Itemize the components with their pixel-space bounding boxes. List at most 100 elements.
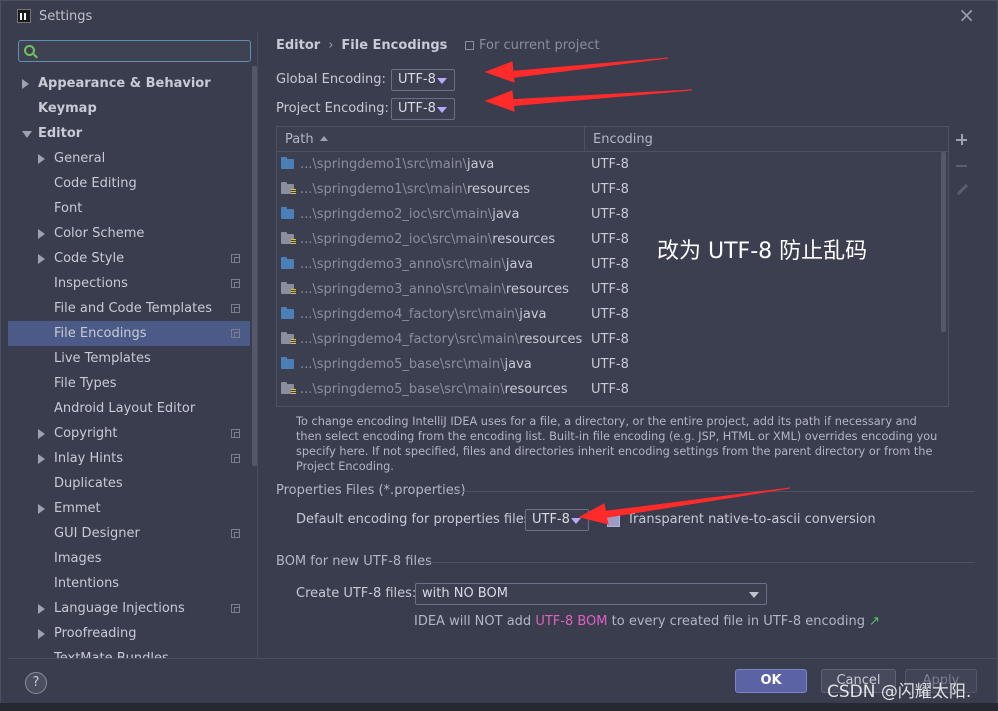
chevron-right-icon[interactable] <box>38 254 45 264</box>
table-row[interactable]: ...\springdemo3_anno\src\main\resources U… <box>277 277 937 302</box>
hint-highlight[interactable]: UTF-8 BOM <box>535 614 607 629</box>
remove-icon[interactable] <box>953 154 973 178</box>
chevron-right-icon[interactable] <box>38 629 45 639</box>
table-row[interactable]: ...\springdemo5_base\src\main\java UTF-8 <box>277 352 937 377</box>
sidebar-item-file-and-code-templates[interactable]: File and Code Templates <box>8 296 250 321</box>
column-divider[interactable] <box>584 127 585 152</box>
sidebar-item-inlay-hints[interactable]: Inlay Hints <box>8 446 250 471</box>
help-button[interactable]: ? <box>25 672 47 694</box>
sidebar-item-copyright[interactable]: Copyright <box>8 421 250 446</box>
sidebar-item-file-encodings[interactable]: File Encodings <box>8 321 250 346</box>
sidebar-item-android-layout-editor[interactable]: Android Layout Editor <box>8 396 250 421</box>
chevron-right-icon[interactable] <box>38 154 45 164</box>
sidebar-item-color-scheme[interactable]: Color Scheme <box>8 221 250 246</box>
sidebar-item-textmate-bundles[interactable]: TextMate Bundles <box>8 646 250 658</box>
sidebar-item-duplicates[interactable]: Duplicates <box>8 471 250 496</box>
sidebar-item-label: Language Injections <box>54 601 185 616</box>
encoding-cell[interactable]: UTF-8 <box>591 252 629 277</box>
table-row[interactable]: ...\springdemo4_factory\src\main\java UTF… <box>277 302 937 327</box>
ok-button[interactable]: OK <box>735 669 807 693</box>
chevron-right-icon[interactable] <box>38 504 45 514</box>
table-row[interactable]: ...\springdemo5_base\src\main\resources U… <box>277 377 937 402</box>
encoding-cell[interactable]: UTF-8 <box>591 377 629 402</box>
encoding-cell[interactable]: UTF-8 <box>591 352 629 377</box>
table-row[interactable]: ...\springdemo2_ioc\src\main\java UTF-8 <box>277 202 937 227</box>
transparent-conversion-label[interactable]: Transparent native-to-ascii conversion <box>627 512 876 527</box>
encoding-cell[interactable]: UTF-8 <box>591 227 629 252</box>
sidebar-item-gui-designer[interactable]: GUI Designer <box>8 521 250 546</box>
global-encoding-select[interactable]: UTF-8 <box>391 69 455 91</box>
sidebar-item-inspections[interactable]: Inspections <box>8 271 250 296</box>
sidebar-item-live-templates[interactable]: Live Templates <box>8 346 250 371</box>
create-utf8-label: Create UTF-8 files: <box>296 586 417 601</box>
encoding-cell[interactable]: UTF-8 <box>591 152 629 177</box>
chevron-right-icon[interactable] <box>38 604 45 614</box>
edit-icon[interactable] <box>953 178 973 202</box>
path-prefix: ...\springdemo4_factory\src\main\ <box>300 307 520 322</box>
source-folder-icon <box>281 207 294 219</box>
resources-folder-icon <box>281 182 296 195</box>
breadcrumb-parent[interactable]: Editor <box>276 38 320 53</box>
add-icon[interactable] <box>953 130 973 154</box>
sidebar-item-font[interactable]: Font <box>8 196 250 221</box>
sidebar-item-images[interactable]: Images <box>8 546 250 571</box>
encoding-table: Path Encoding ...\springdemo1\src\main\j… <box>276 126 949 407</box>
sidebar-item-keymap[interactable]: Keymap <box>8 96 250 121</box>
sidebar-item-proofreading[interactable]: Proofreading <box>8 621 250 646</box>
column-header-path[interactable]: Path <box>285 127 328 152</box>
sidebar-item-label: Android Layout Editor <box>54 401 196 416</box>
path-prefix: ...\springdemo1\src\main\ <box>300 157 467 172</box>
sidebar-item-label: Editor <box>38 126 83 141</box>
encoding-cell[interactable]: UTF-8 <box>591 202 629 227</box>
chevron-right-icon[interactable] <box>38 454 45 464</box>
sidebar-item-editor[interactable]: Editor <box>8 121 250 146</box>
encoding-cell[interactable]: UTF-8 <box>591 302 629 327</box>
path-leaf: resources <box>492 232 556 247</box>
sidebar-scrollbar[interactable] <box>252 66 257 466</box>
global-encoding-value: UTF-8 <box>398 72 436 87</box>
chevron-down-icon[interactable] <box>22 131 32 138</box>
project-encoding-select[interactable]: UTF-8 <box>391 98 455 120</box>
chevron-right-icon[interactable] <box>38 229 45 239</box>
sidebar-item-intentions[interactable]: Intentions <box>8 571 250 596</box>
properties-encoding-select[interactable]: UTF-8 <box>525 509 589 531</box>
table-scrollbar[interactable] <box>941 152 946 332</box>
encoding-help-text: To change encoding IntelliJ IDEA uses fo… <box>296 415 938 473</box>
table-row[interactable]: ...\springdemo1\src\main\resources UTF-8 <box>277 177 937 202</box>
sidebar-item-appearance-behavior[interactable]: Appearance & Behavior <box>8 71 250 96</box>
project-scope-icon <box>231 279 240 288</box>
encoding-cell[interactable]: UTF-8 <box>591 177 629 202</box>
path-leaf: resources <box>505 282 569 297</box>
close-icon[interactable]: × <box>958 4 975 26</box>
path-cell: ...\springdemo1\src\main\resources <box>281 177 530 202</box>
encoding-cell[interactable]: UTF-8 <box>591 327 629 352</box>
sidebar-item-label: Copyright <box>54 426 118 441</box>
path-cell: ...\springdemo5_base\src\main\resources <box>281 377 568 402</box>
sidebar-item-general[interactable]: General <box>8 146 250 171</box>
title-bar: Settings × <box>1 1 997 31</box>
properties-encoding-label: Default encoding for properties files: <box>296 512 535 527</box>
project-scope-icon <box>231 429 240 438</box>
table-row[interactable]: ...\springdemo1\src\main\java UTF-8 <box>277 152 937 177</box>
sidebar-item-label: GUI Designer <box>54 526 140 541</box>
sidebar-item-code-style[interactable]: Code Style <box>8 246 250 271</box>
sidebar-item-code-editing[interactable]: Code Editing <box>8 171 250 196</box>
sidebar-item-emmet[interactable]: Emmet <box>8 496 250 521</box>
encoding-cell[interactable]: UTF-8 <box>591 277 629 302</box>
column-header-encoding[interactable]: Encoding <box>593 127 653 152</box>
bom-select[interactable]: with NO BOM <box>415 583 767 605</box>
bom-section-title: BOM for new UTF-8 files <box>276 554 432 569</box>
search-input[interactable] <box>18 40 251 62</box>
sidebar-item-label: File Encodings <box>54 326 147 341</box>
external-link-icon[interactable]: ↗ <box>869 614 880 629</box>
sidebar-item-file-types[interactable]: File Types <box>8 371 250 396</box>
breadcrumb: Editor › File Encodings <box>276 38 447 53</box>
annotation-text: 改为 UTF-8 防止乱码 <box>657 239 868 264</box>
sidebar-item-language-injections[interactable]: Language Injections <box>8 596 250 621</box>
table-row[interactable]: ...\springdemo4_factory\src\main\resourc… <box>277 327 937 352</box>
chevron-right-icon[interactable] <box>22 79 29 89</box>
path-cell: ...\springdemo2_ioc\src\main\java <box>281 202 519 227</box>
transparent-conversion-checkbox[interactable] <box>607 514 620 527</box>
chevron-right-icon[interactable] <box>38 429 45 439</box>
sidebar-item-label: Inspections <box>54 276 128 291</box>
